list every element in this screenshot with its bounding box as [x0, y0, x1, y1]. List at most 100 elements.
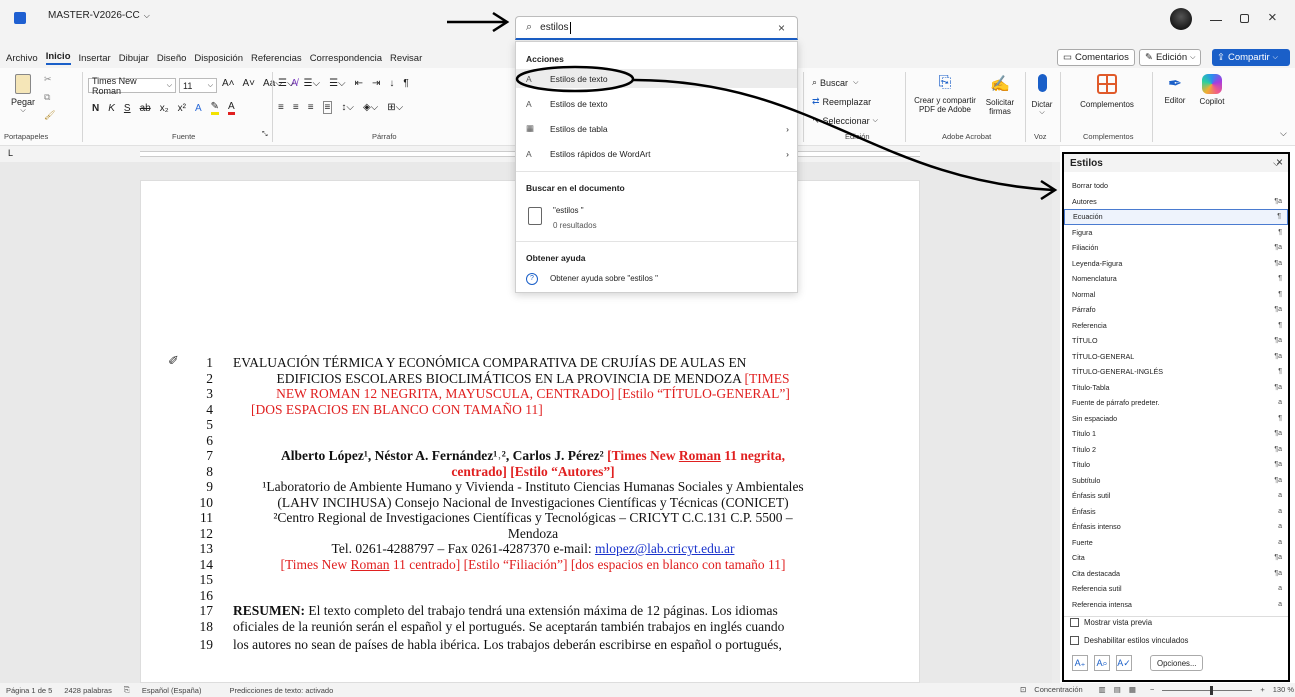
web-layout-icon[interactable]: ▦ [1129, 685, 1136, 694]
shading-icon[interactable]: ◈⌵ [363, 102, 378, 113]
zoom-level[interactable]: 130 % [1273, 685, 1294, 694]
decrease-indent-icon[interactable]: ⇤ [355, 78, 363, 89]
subscript-icon[interactable]: x₂ [160, 103, 169, 114]
document-name-button[interactable]: MASTER-V2026-CC ⌵ [48, 10, 150, 21]
focus-icon[interactable]: ⊡ [1020, 685, 1026, 694]
font-size-select[interactable]: 11 ⌵ [179, 78, 217, 93]
align-left-icon[interactable]: ≡ [278, 102, 284, 113]
zoom-thumb[interactable] [1210, 685, 1214, 695]
clear-search-icon[interactable]: × [778, 21, 785, 35]
zoom-out-icon[interactable]: − [1150, 685, 1154, 694]
tab-correspondencia[interactable]: Correspondencia [310, 53, 382, 64]
style-item[interactable]: Autores ¶a [1064, 194, 1288, 210]
style-item[interactable]: Cita destacada ¶a [1064, 566, 1288, 582]
text-predictions[interactable]: Predicciones de texto: activado [229, 686, 333, 695]
style-item[interactable]: Sin espaciado ¶ [1064, 411, 1288, 427]
tab-archivo[interactable]: Archivo [6, 53, 38, 64]
page-count[interactable]: Página 1 de 5 [6, 686, 52, 695]
style-item[interactable]: Fuente de párrafo predeter. a [1064, 395, 1288, 411]
shrink-font-icon[interactable]: A˅ [243, 78, 256, 89]
tab-disposicion[interactable]: Disposición [194, 53, 243, 64]
new-style-button[interactable]: A₊ [1072, 655, 1088, 671]
tab-dibujar[interactable]: Dibujar [119, 53, 149, 64]
tab-inicio[interactable]: Inicio [45, 51, 71, 65]
highlight-icon[interactable]: ✎ [210, 101, 219, 115]
editor-button[interactable]: ✒ Editor [1158, 74, 1192, 105]
bold-icon[interactable]: N [92, 103, 99, 114]
style-item[interactable]: Subtítulo ¶a [1064, 473, 1288, 489]
style-item[interactable]: Énfasis sutil a [1064, 488, 1288, 504]
font-name-select[interactable]: Times New Roman ⌵ [88, 76, 176, 96]
read-mode-icon[interactable]: ▥ [1099, 685, 1106, 694]
borders-icon[interactable]: ⊞⌵ [387, 102, 403, 113]
help-item[interactable]: ? Obtener ayuda sobre "estilos " [516, 269, 797, 288]
collapse-ribbon-icon[interactable]: ⌵ [1280, 128, 1287, 139]
zoom-in-icon[interactable]: + [1260, 685, 1264, 694]
text-effects-icon[interactable]: A [195, 103, 202, 114]
style-item[interactable]: Cita ¶a [1064, 550, 1288, 566]
tab-stop-icon[interactable]: L [8, 148, 13, 158]
search-input[interactable]: estilos [540, 22, 568, 33]
align-center-icon[interactable]: ≡ [293, 102, 299, 113]
copy-icon[interactable]: ⧉ [44, 92, 50, 103]
style-item[interactable]: Nomenclatura ¶ [1064, 271, 1288, 287]
style-item[interactable]: TÍTULO-GENERAL-INGLÉS ¶ [1064, 364, 1288, 380]
style-item[interactable]: Normal ¶ [1064, 287, 1288, 303]
zoom-slider[interactable] [1162, 685, 1253, 695]
manage-styles-button[interactable]: A✓ [1116, 655, 1132, 671]
style-item[interactable]: Fuerte a [1064, 535, 1288, 551]
proofing-icon[interactable]: ⎘ [124, 685, 130, 695]
print-layout-icon[interactable]: ▤ [1114, 685, 1121, 694]
search-result-item[interactable]: "estilos " 0 resultados [516, 201, 797, 237]
addins-button[interactable]: Complementos [1066, 74, 1148, 109]
format-painter-icon[interactable]: 🖌 [44, 110, 55, 121]
style-item[interactable]: Énfasis intenso a [1064, 519, 1288, 535]
tab-referencias[interactable]: Referencias [251, 53, 302, 64]
style-item[interactable]: Énfasis a [1064, 504, 1288, 520]
italic-icon[interactable]: K [108, 103, 115, 114]
line-spacing-icon[interactable]: ↕⌵ [341, 102, 354, 113]
style-item[interactable]: TÍTULO-GENERAL ¶a [1064, 349, 1288, 365]
increase-indent-icon[interactable]: ⇥ [372, 78, 380, 89]
justify-icon[interactable]: ≡ [322, 101, 333, 114]
tab-diseno[interactable]: Diseño [157, 53, 187, 64]
bullets-icon[interactable]: ☰⌵ [278, 78, 295, 89]
show-preview-checkbox[interactable]: Mostrar vista previa [1070, 618, 1152, 627]
style-item[interactable]: Párrafo ¶a [1064, 302, 1288, 318]
style-inspector-button[interactable]: A⌕ [1094, 655, 1110, 671]
dialog-launcher-icon[interactable]: ⤡ [262, 131, 268, 139]
strikethrough-icon[interactable]: ab [140, 103, 151, 114]
close-pane-icon[interactable]: × [1276, 155, 1283, 169]
editor-pen-icon[interactable]: ✐ [168, 353, 179, 369]
word-count[interactable]: 2428 palabras [64, 686, 112, 695]
style-item[interactable]: Filiación ¶a [1064, 240, 1288, 256]
grow-font-icon[interactable]: A˄ [222, 78, 235, 89]
font-color-icon[interactable]: A [228, 101, 235, 115]
style-item[interactable]: Borrar todo [1064, 178, 1288, 194]
share-button[interactable]: ⇪ Compartir ⌵ [1212, 49, 1290, 66]
copilot-button[interactable]: Copilot [1194, 74, 1230, 106]
language[interactable]: Español (España) [142, 686, 202, 695]
numbering-icon[interactable]: ☰⌵ [304, 78, 321, 89]
underline-icon[interactable]: S [124, 103, 131, 114]
cut-icon[interactable]: ✂ [44, 74, 52, 85]
style-item[interactable]: Ecuación ¶ [1064, 209, 1288, 225]
options-button[interactable]: Opciones... [1150, 655, 1204, 671]
style-item[interactable]: Título 2 ¶a [1064, 442, 1288, 458]
style-item[interactable]: Título-Tabla ¶a [1064, 380, 1288, 396]
focus-mode[interactable]: Concentración [1034, 685, 1082, 694]
user-avatar[interactable] [1170, 8, 1192, 30]
sort-icon[interactable]: ↓ [389, 78, 394, 89]
email-link[interactable]: mlopez@lab.cricyt.edu.ar [595, 541, 735, 556]
style-item[interactable]: Título ¶a [1064, 457, 1288, 473]
tab-revisar[interactable]: Revisar [390, 53, 422, 64]
minimize-icon[interactable] [1210, 20, 1222, 21]
editing-mode-button[interactable]: ✎ Edición ⌵ [1139, 49, 1202, 66]
align-right-icon[interactable]: ≡ [308, 102, 314, 113]
style-item[interactable]: Referencia ¶ [1064, 318, 1288, 334]
restore-icon[interactable] [1240, 14, 1249, 23]
tab-insertar[interactable]: Insertar [79, 53, 111, 64]
style-item[interactable]: Leyenda-Figura ¶a [1064, 256, 1288, 272]
style-item[interactable]: TÍTULO ¶a [1064, 333, 1288, 349]
style-item[interactable]: Referencia sutil a [1064, 581, 1288, 597]
